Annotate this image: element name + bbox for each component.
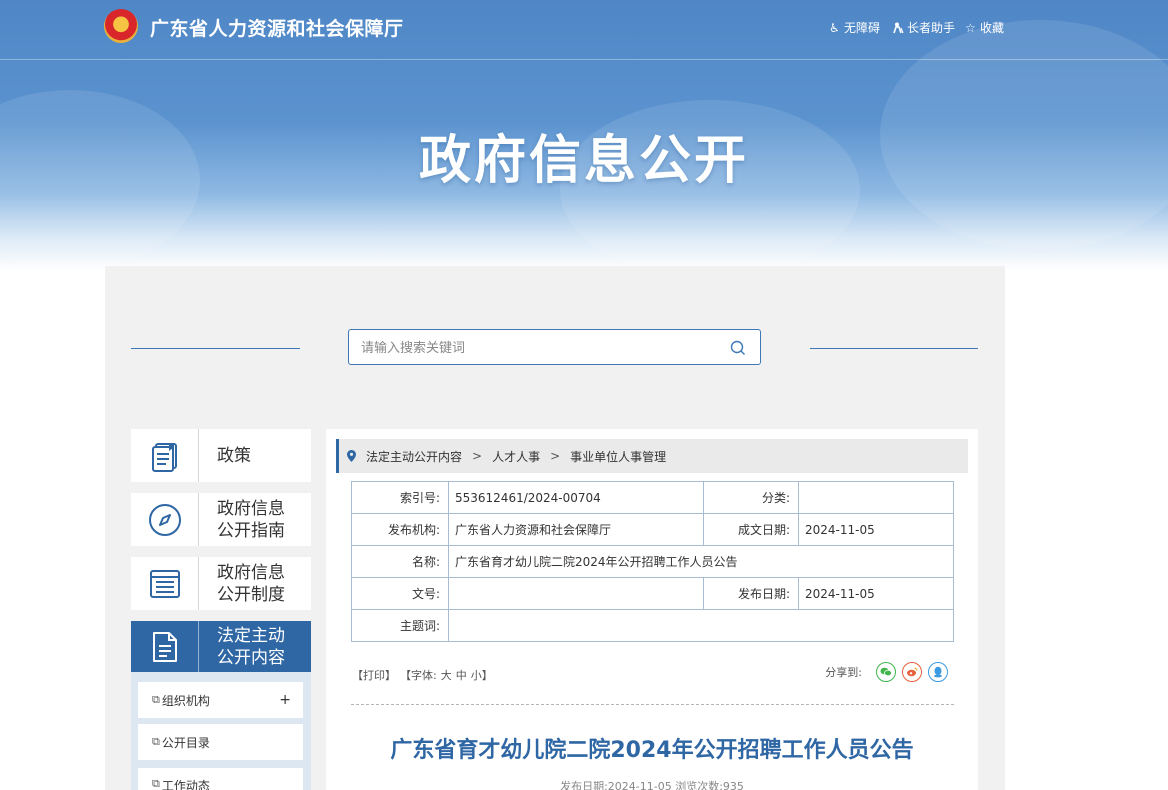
table-row: 主题词: [351,609,954,642]
share-label: 分享到: [825,666,862,679]
nav-item-policy[interactable]: 政策 [131,429,311,482]
accessibility-link[interactable]: ♿ 无障碍 [829,19,880,36]
content-area: 法定主动公开内容 > 人才人事 > 事业单位人事管理 索引号: 55361246… [326,429,978,790]
chevron-right-icon: > [472,449,483,463]
elder-helper-label: 长者助手 [907,21,956,35]
meta-key: 名称: [351,545,449,578]
meta-value: 广东省人力资源和社会保障厅 [448,513,704,546]
meta-key: 分类: [703,481,799,514]
font-size-label: 【字体: [400,669,437,682]
meta-value: 2024-11-05 [798,577,954,610]
favorite-label: 收藏 [980,21,1005,35]
meta-key: 发布日期: [703,577,799,610]
main-panel: 政策 政府信息公开指南 政府信息公开制度 法定主动公开内容 ⧉ 组织机构 + ⧉… [105,266,1005,790]
wechat-icon[interactable] [876,662,896,682]
print-button[interactable]: 【打印】 [352,667,396,683]
table-row: 发布机构: 广东省人力资源和社会保障厅 成文日期: 2024-11-05 [351,513,954,546]
nav-item-statutory-content[interactable]: 法定主动 公开内容 [131,621,311,672]
favorite-link[interactable]: ☆ 收藏 [965,19,1004,36]
nav-label: 政策 [217,445,251,466]
copy-icon: ⧉ [152,693,160,706]
location-pin-icon [347,450,356,462]
sub-nav-item-organization[interactable]: ⧉ 组织机构 + [138,682,303,718]
star-icon: ☆ [965,20,976,35]
nav-label: 政府信息 公开制度 [217,562,285,605]
elder-helper-link[interactable]: 长者助手 [892,19,955,36]
metadata-table: 索引号: 553612461/2024-00704 分类: 发布机构: 广东省人… [351,481,954,642]
meta-value: 2024-11-05 [798,513,954,546]
search-divider-left [131,348,300,349]
header-banner: 广东省人力资源和社会保障厅 ♿ 无障碍 长者助手 ☆ 收藏 政府信息公开 [0,0,1168,270]
breadcrumb-item[interactable]: 人才人事 [492,448,540,465]
accessibility-icon: ♿ [829,20,840,35]
sub-nav-label: 组织机构 [161,693,210,708]
meta-key: 文号: [351,577,449,610]
font-medium-button[interactable]: 中 [456,667,467,683]
site-name[interactable]: 广东省人力资源和社会保障厅 [150,14,404,41]
table-row: 索引号: 553612461/2024-00704 分类: [351,481,954,514]
meta-value [448,577,704,610]
search-input[interactable] [361,338,721,358]
meta-value: 广东省育才幼儿院二院2024年公开招聘工作人员公告 [448,545,954,578]
top-bar: 广东省人力资源和社会保障厅 ♿ 无障碍 长者助手 ☆ 收藏 [0,0,1168,60]
chevron-right-icon: > [550,449,561,463]
article-title: 广东省育才幼儿院二院2024年公开招聘工作人员公告 [390,738,914,763]
breadcrumb-item[interactable]: 事业单位人事管理 [570,448,666,465]
nav-item-system[interactable]: 政府信息 公开制度 [131,557,311,610]
sub-nav-item-catalog[interactable]: ⧉ 公开目录 [138,724,303,760]
divider [351,704,954,705]
weibo-icon[interactable] [902,662,922,682]
nav-label: 政府信息 公开指南 [217,498,285,541]
share-bar: 分享到: [825,662,948,682]
copy-icon: ⧉ [152,777,160,790]
meta-value [448,609,954,642]
breadcrumb: 法定主动公开内容 > 人才人事 > 事业单位人事管理 [336,439,968,473]
copy-icon: ⧉ [152,735,160,748]
article-meta: 发布日期:2024-11-05 浏览次数:935 [560,780,744,790]
sub-nav-label: 公开目录 [161,735,210,750]
table-row: 名称: 广东省育才幼儿院二院2024年公开招聘工作人员公告 [351,545,954,578]
meta-key: 主题词: [351,609,449,642]
search-box[interactable] [348,329,761,365]
meta-key: 索引号: [351,481,449,514]
font-small-button[interactable]: 小】 [471,667,493,683]
sub-nav: ⧉ 组织机构 + ⧉ 公开目录 ⧉ 工作动态 [131,672,311,790]
expand-icon[interactable]: + [279,692,291,708]
table-row: 文号: 发布日期: 2024-11-05 [351,577,954,610]
sub-nav-item-news[interactable]: ⧉ 工作动态 [138,768,303,790]
qq-icon[interactable] [928,662,948,682]
nav-item-guide[interactable]: 政府信息 公开指南 [131,493,311,546]
meta-key: 发布机构: [351,513,449,546]
meta-key: 成文日期: [703,513,799,546]
compass-icon [131,493,199,546]
sub-nav-label: 工作动态 [161,779,210,790]
search-icon[interactable] [730,340,746,356]
policy-book-icon [131,429,199,482]
document-icon [131,621,199,672]
article-tools: 【打印】 【字体: 大 中 小】 [352,667,497,683]
nav-label: 法定主动 公开内容 [217,625,285,668]
national-emblem-icon[interactable] [104,9,138,43]
breadcrumb-item[interactable]: 法定主动公开内容 [366,448,462,465]
meta-value: 553612461/2024-00704 [448,481,704,514]
font-large-button[interactable]: 大 [441,667,452,683]
elder-helper-icon [892,22,904,34]
search-divider-right [810,348,978,349]
meta-value [798,481,954,514]
accessibility-label: 无障碍 [844,21,881,35]
banner-title: 政府信息公开 [418,131,749,191]
list-document-icon [131,557,199,610]
